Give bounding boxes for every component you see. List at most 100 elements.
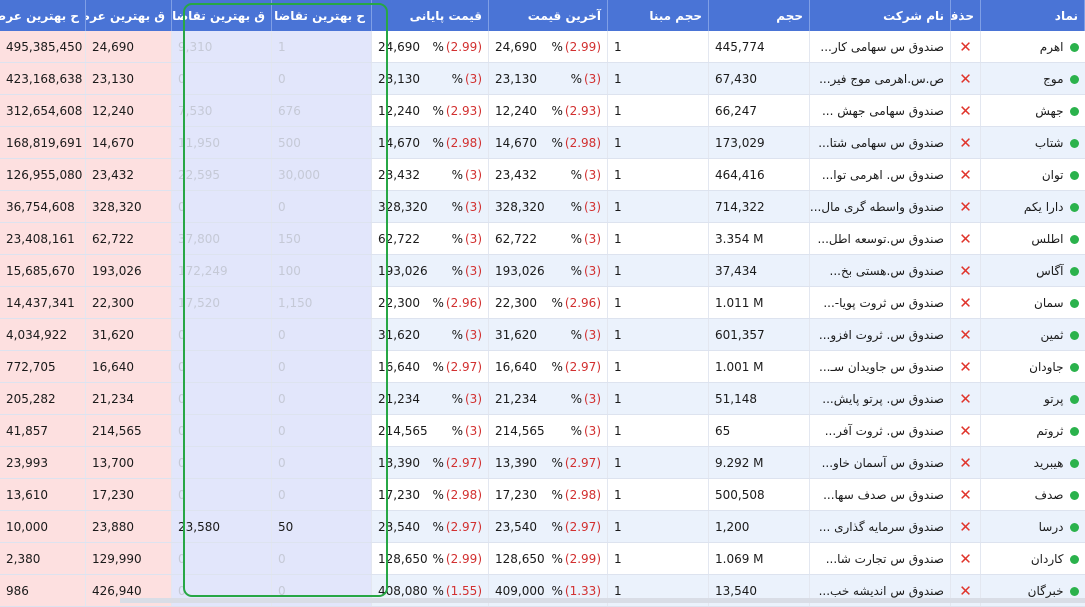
red-x-icon[interactable]: ✕ <box>959 454 972 472</box>
symbol-cell[interactable]: اطلس <box>980 222 1085 255</box>
symbol-text[interactable]: کاردان <box>1031 552 1064 566</box>
horizontal-scrollbar[interactable] <box>120 598 1085 603</box>
symbol-text[interactable]: جهش <box>1035 104 1063 118</box>
table-row[interactable]: ثمین ✕ صندوق س. ثروت افزو... 601,357 1 3… <box>0 318 1085 351</box>
red-x-icon[interactable]: ✕ <box>959 550 972 568</box>
red-x-icon[interactable]: ✕ <box>959 262 972 280</box>
symbol-text[interactable]: سمان <box>1034 296 1063 310</box>
table-row[interactable]: شتاب ✕ صندوق س سهامی شتا... 173,029 1 14… <box>0 126 1085 159</box>
red-x-icon[interactable]: ✕ <box>959 38 972 56</box>
symbol-cell[interactable]: درسا <box>980 510 1085 543</box>
header-last-price[interactable]: آخرین قیمت <box>488 0 608 31</box>
delete-cell[interactable]: ✕ <box>950 158 981 191</box>
symbol-cell[interactable]: سمان <box>980 286 1085 319</box>
symbol-cell[interactable]: پرتو <box>980 382 1085 415</box>
symbol-text[interactable]: درسا <box>1039 520 1064 534</box>
symbol-text[interactable]: صدف <box>1035 488 1064 502</box>
symbol-text[interactable]: پرتو <box>1044 392 1064 406</box>
symbol-cell[interactable]: ثروتم <box>980 414 1085 447</box>
table-row[interactable]: درسا ✕ صندوق سرمایه گذاری ... 1,200 1 23… <box>0 510 1085 543</box>
symbol-text[interactable]: توان <box>1042 168 1064 182</box>
symbol-cell[interactable]: صدف <box>980 478 1085 511</box>
delete-cell[interactable]: ✕ <box>950 62 981 95</box>
symbol-text[interactable]: ثمین <box>1040 328 1063 342</box>
table-row[interactable]: اطلس ✕ صندوق س.توسعه اطل... 3.354 M 1 62… <box>0 222 1085 255</box>
red-x-icon[interactable]: ✕ <box>959 358 972 376</box>
header-volume[interactable]: حجم <box>708 0 810 31</box>
red-x-icon[interactable]: ✕ <box>959 166 972 184</box>
table-row[interactable]: ثروتم ✕ صندوق س. ثروت آفر... 65 1 214,56… <box>0 414 1085 447</box>
table-row[interactable]: اهرم ✕ صندوق س سهامی کار... 445,774 1 24… <box>0 31 1085 63</box>
symbol-text[interactable]: هیبرید <box>1034 456 1064 470</box>
symbol-text[interactable]: اطلس <box>1031 232 1063 246</box>
symbol-cell[interactable]: هیبرید <box>980 446 1085 479</box>
symbol-cell[interactable]: موج <box>980 62 1085 95</box>
delete-cell[interactable]: ✕ <box>950 478 981 511</box>
symbol-text[interactable]: موج <box>1043 72 1063 86</box>
header-base-volume[interactable]: حجم مبنا <box>607 0 709 31</box>
symbol-cell[interactable]: شتاب <box>980 126 1085 159</box>
header-delete[interactable]: حذف <box>950 0 981 31</box>
header-company[interactable]: نام شرکت <box>809 0 951 31</box>
symbol-text[interactable]: ثروتم <box>1036 424 1063 438</box>
delete-cell[interactable]: ✕ <box>950 446 981 479</box>
delete-cell[interactable]: ✕ <box>950 318 981 351</box>
table-row[interactable]: سمان ✕ صندوق س ثروت پویا-... 1.011 M 1 2… <box>0 286 1085 319</box>
delete-cell[interactable]: ✕ <box>950 542 981 575</box>
header-best-ask-volume[interactable]: ح بهترین عرضه <box>0 0 86 31</box>
symbol-text[interactable]: دارا یکم <box>1024 200 1064 214</box>
symbol-text[interactable]: خبرگان <box>1028 584 1064 598</box>
symbol-cell[interactable]: اهرم <box>980 31 1085 63</box>
table-row[interactable]: پرتو ✕ صندوق س. پرتو پایش... 51,148 1 21… <box>0 382 1085 415</box>
red-x-icon[interactable]: ✕ <box>959 134 972 152</box>
delete-cell[interactable]: ✕ <box>950 286 981 319</box>
table-row[interactable]: توان ✕ صندوق س. اهرمی توا... 464,416 1 2… <box>0 158 1085 191</box>
symbol-text[interactable]: آگاس <box>1036 264 1063 278</box>
red-x-icon[interactable]: ✕ <box>959 230 972 248</box>
symbol-cell[interactable]: جاودان <box>980 350 1085 383</box>
red-x-icon[interactable]: ✕ <box>959 294 972 312</box>
delete-cell[interactable]: ✕ <box>950 254 981 287</box>
delete-cell[interactable]: ✕ <box>950 382 981 415</box>
delete-cell[interactable]: ✕ <box>950 190 981 223</box>
delete-cell[interactable]: ✕ <box>950 414 981 447</box>
table-row[interactable]: موج ✕ ص.س.اهرمی موج فیر... 67,430 1 23,1… <box>0 62 1085 95</box>
header-best-bid-price[interactable]: ق بهترین تقاضا <box>171 0 272 31</box>
header-symbol[interactable]: نماد <box>980 0 1085 31</box>
red-x-icon[interactable]: ✕ <box>959 486 972 504</box>
red-x-icon[interactable]: ✕ <box>959 518 972 536</box>
symbol-cell[interactable]: ثمین <box>980 318 1085 351</box>
symbol-cell[interactable]: دارا یکم <box>980 190 1085 223</box>
table-row[interactable]: دارا یکم ✕ صندوق واسطه گری مال... 714,32… <box>0 190 1085 223</box>
delete-cell[interactable]: ✕ <box>950 31 981 63</box>
table-row[interactable]: هیبرید ✕ صندوق س آسمان خاو... 9.292 M 1 … <box>0 446 1085 479</box>
delete-cell[interactable]: ✕ <box>950 222 981 255</box>
red-x-icon[interactable]: ✕ <box>959 102 972 120</box>
table-row[interactable]: صدف ✕ صندوق س صدف سها... 500,508 1 17,23… <box>0 478 1085 511</box>
symbol-cell[interactable]: کاردان <box>980 542 1085 575</box>
header-best-ask-price[interactable]: ق بهترین عرضه <box>85 0 172 31</box>
table-row[interactable]: کاردان ✕ صندوق س تجارت شا... 1.069 M 1 1… <box>0 542 1085 575</box>
header-best-bid-volume[interactable]: ح بهترین تقاضا <box>271 0 372 31</box>
symbol-text[interactable]: اهرم <box>1040 40 1064 54</box>
delete-cell[interactable]: ✕ <box>950 350 981 383</box>
red-x-icon[interactable]: ✕ <box>959 390 972 408</box>
red-x-icon[interactable]: ✕ <box>959 422 972 440</box>
symbol-text[interactable]: شتاب <box>1035 136 1064 150</box>
delete-cell[interactable]: ✕ <box>950 510 981 543</box>
red-x-icon[interactable]: ✕ <box>959 582 972 600</box>
red-x-icon[interactable]: ✕ <box>959 326 972 344</box>
header-close-price[interactable]: قیمت پایانی <box>371 0 489 31</box>
red-x-icon[interactable]: ✕ <box>959 70 972 88</box>
symbol-cell[interactable]: آگاس <box>980 254 1085 287</box>
symbol-text[interactable]: جاودان <box>1029 360 1063 374</box>
symbol-cell[interactable]: جهش <box>980 94 1085 127</box>
red-x-icon[interactable]: ✕ <box>959 198 972 216</box>
table-row[interactable]: آگاس ✕ صندوق س.هستی بخ... 37,434 1 193,0… <box>0 254 1085 287</box>
table-row[interactable]: جاودان ✕ صندوق س جاویدان سـ... 1.001 M 1… <box>0 350 1085 383</box>
delete-cell[interactable]: ✕ <box>950 126 981 159</box>
delete-cell[interactable]: ✕ <box>950 94 981 127</box>
symbol-cell[interactable]: توان <box>980 158 1085 191</box>
last-price-change: (2.97) <box>564 455 601 470</box>
table-row[interactable]: جهش ✕ صندوق سهامی جهش ... 66,247 1 12,24… <box>0 94 1085 127</box>
